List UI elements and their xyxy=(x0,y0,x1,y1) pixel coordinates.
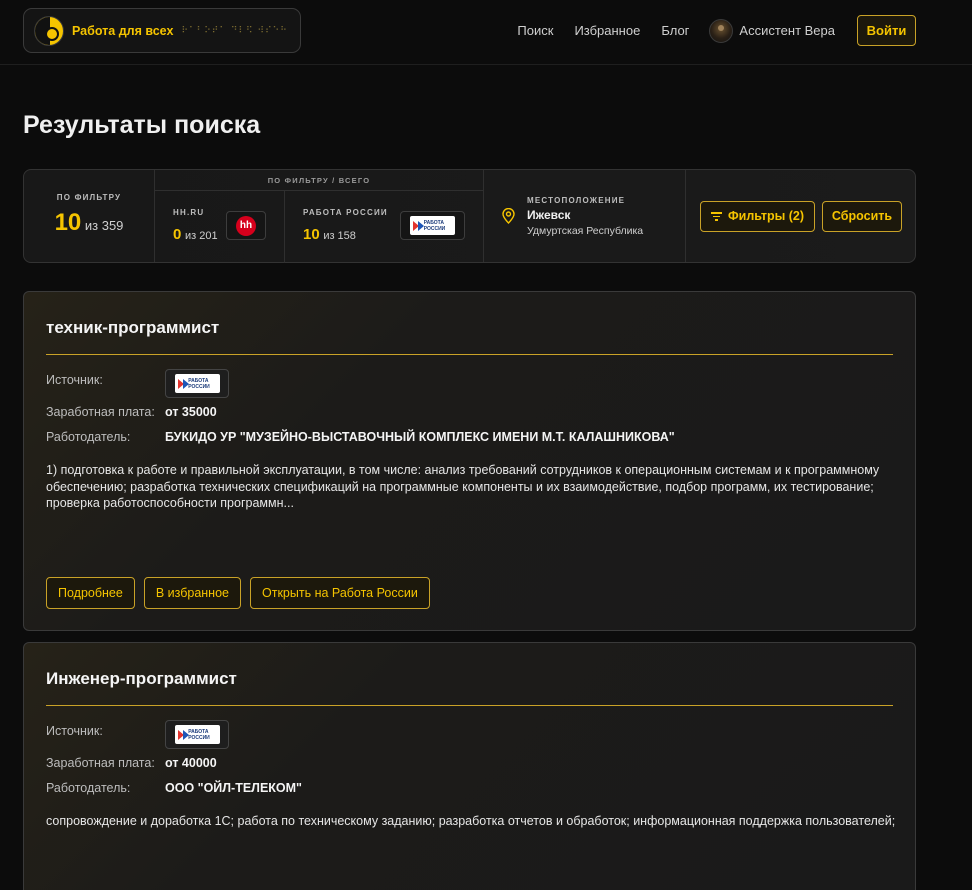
rr-logo-chip: Работа России xyxy=(400,211,465,240)
job-salary: от 35000 xyxy=(165,404,217,419)
rr-logo-icon: Работа России xyxy=(410,216,455,235)
job-source-chip: Работа России xyxy=(165,720,229,749)
top-header: Работа для всех ⠗⠁⠃⠕⠞⠁ ⠙⠇⠫ ⠺⠎⠑⠓ Поиск Из… xyxy=(0,0,972,65)
job-details-button[interactable]: Подробнее xyxy=(46,577,135,609)
job-card: Инженер-программист Источник: Работа Рос… xyxy=(23,642,916,890)
source-rr-of: из 158 xyxy=(323,230,356,242)
job-employer-label: Работодатель: xyxy=(46,429,131,444)
source-rr-count: 10 xyxy=(303,226,320,243)
job-employer-row: Работодатель: ООО "ОЙЛ-ТЕЛЕКОМ" xyxy=(46,775,893,800)
job-employer-row: Работодатель: БУКИДО УР "МУЗЕЙНО-ВЫСТАВО… xyxy=(46,424,893,449)
job-salary-label: Заработная плата: xyxy=(46,755,155,770)
brand-braille: ⠗⠁⠃⠕⠞⠁ ⠙⠇⠫ ⠺⠎⠑⠓ xyxy=(181,25,288,36)
filters-button-label: Фильтры (2) xyxy=(727,209,805,223)
assistant-label: Ассистент Вера xyxy=(739,23,835,38)
job-salary-row: Заработная плата: от 35000 xyxy=(46,399,893,424)
location-label: Местоположение xyxy=(527,195,626,205)
job-divider xyxy=(46,705,893,706)
brand-link[interactable]: Работа для всех ⠗⠁⠃⠕⠞⠁ ⠙⠇⠫ ⠺⠎⠑⠓ xyxy=(23,8,301,53)
rr-logo-icon: Работа России xyxy=(174,725,220,744)
filter-total-label: по фильтру xyxy=(56,193,122,202)
stats-actions: Фильтры (2) Сбросить xyxy=(686,170,915,262)
rr-logo-icon: Работа России xyxy=(174,374,220,393)
job-open-source-button[interactable]: Открыть на Работа России xyxy=(250,577,430,609)
job-salary-row: Заработная плата: от 40000 xyxy=(46,750,893,775)
location-region: Удмуртская Республика xyxy=(527,224,644,237)
assistant-link[interactable]: Ассистент Вера xyxy=(709,18,835,43)
job-salary-label: Заработная плата: xyxy=(46,404,155,419)
hh-logo-chip: hh xyxy=(226,211,266,240)
job-title: Инженер-программист xyxy=(46,669,237,688)
page-title: Результаты поиска xyxy=(23,111,261,139)
source-rr: Работа России 10 из 158 Работа России xyxy=(285,191,484,263)
filter-total: по фильтру 10 из 359 xyxy=(24,170,155,262)
job-title: техник-программист xyxy=(46,318,220,337)
job-employer-label: Работодатель: xyxy=(46,780,131,795)
source-hh-of: из 201 xyxy=(184,230,218,242)
brand-name: Работа для всех xyxy=(72,23,174,38)
job-favorite-button[interactable]: В избранное xyxy=(143,577,241,609)
source-hh-count: 0 xyxy=(173,226,182,243)
brand-logo-icon xyxy=(34,15,64,46)
nav-search[interactable]: Поиск xyxy=(517,23,553,38)
sources-label: ПО ФИЛЬТРУ / ВСЕГО xyxy=(155,170,483,191)
filters-button[interactable]: Фильтры (2) xyxy=(700,200,815,232)
job-card: техник-программист Источник: Работа Росс… xyxy=(23,291,916,631)
login-button[interactable]: Войти xyxy=(857,15,916,46)
location-pin-icon xyxy=(502,208,515,224)
source-hh-label: hh.ru xyxy=(173,208,205,217)
stats-bar: по фильтру 10 из 359 ПО ФИЛЬТРУ / ВСЕГО … xyxy=(23,169,916,263)
job-actions: Подробнее В избранное Открыть на Работа … xyxy=(46,577,439,609)
nav-favorites[interactable]: Избранное xyxy=(574,23,640,38)
filter-icon xyxy=(710,212,722,221)
job-employer: БУКИДО УР "МУЗЕЙНО-ВЫСТАВОЧНЫЙ КОМПЛЕКС … xyxy=(165,429,675,444)
job-description: сопровождение и доработка 1С; работа по … xyxy=(46,814,896,828)
source-rr-label: Работа России xyxy=(303,208,388,217)
sources-stats: ПО ФИЛЬТРУ / ВСЕГО hh.ru 0 из 201 hh Раб… xyxy=(155,170,484,263)
job-divider xyxy=(46,354,893,355)
job-source-label: Источник: xyxy=(46,373,103,387)
filter-total-of: из 359 xyxy=(84,218,124,233)
location-city: Ижевск xyxy=(527,207,571,222)
reset-button[interactable]: Сбросить xyxy=(822,200,902,232)
nav-blog[interactable]: Блог xyxy=(661,23,689,38)
job-salary: от 40000 xyxy=(165,755,217,770)
assistant-avatar xyxy=(709,18,734,43)
job-description: 1) подготовка к работе и правильной эксп… xyxy=(46,463,880,510)
job-source-row: Источник: Работа России xyxy=(46,369,893,399)
job-employer: ООО "ОЙЛ-ТЕЛЕКОМ" xyxy=(165,780,302,795)
filter-total-count: 10 xyxy=(54,209,82,236)
location-block[interactable]: Местоположение Ижевск Удмуртская Республ… xyxy=(484,170,686,262)
job-source-row: Источник: Работа России xyxy=(46,720,893,750)
job-source-label: Источник: xyxy=(46,724,103,738)
source-hh: hh.ru 0 из 201 hh xyxy=(155,191,285,263)
job-source-chip: Работа России xyxy=(165,369,229,398)
main-nav: Поиск Избранное Блог Ассистент Вера Войт… xyxy=(517,15,916,46)
hh-logo-icon: hh xyxy=(236,215,256,236)
